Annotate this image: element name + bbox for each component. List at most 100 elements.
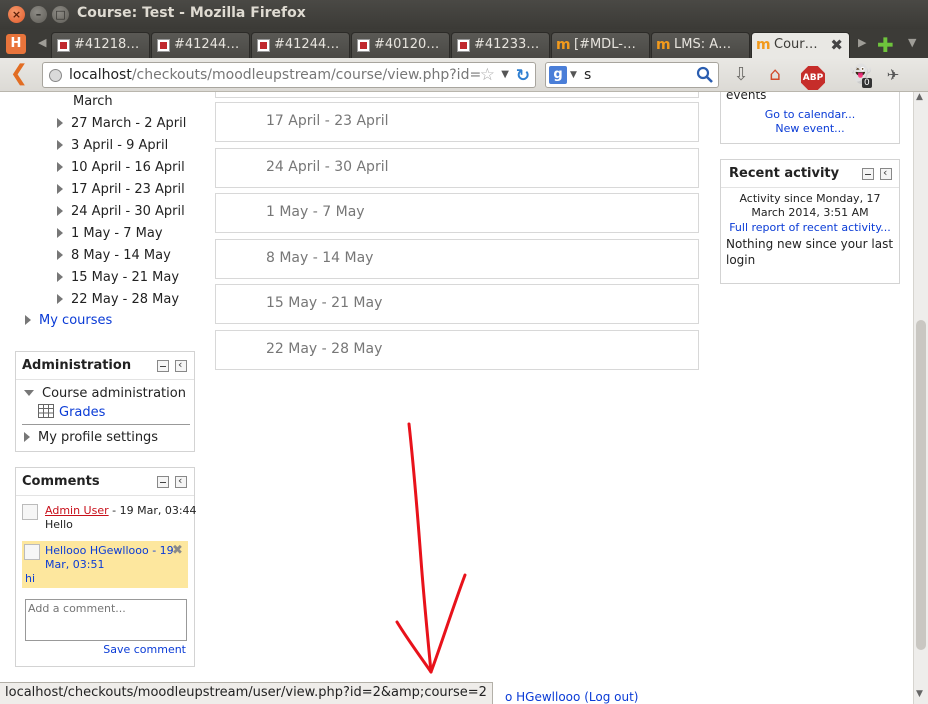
adblock-plus-icon[interactable]: ABP: [800, 62, 826, 90]
block-minimize-icon[interactable]: [862, 168, 874, 180]
comments-block: Comments Admin User - 19 Mar, 03:44 Hell…: [15, 467, 197, 667]
expand-arrow-icon[interactable]: [24, 432, 30, 442]
tab-label: [#MDL-…: [574, 37, 636, 52]
tab-close-icon[interactable]: ✖: [830, 36, 843, 54]
app-tab-icon[interactable]: H: [6, 34, 26, 54]
bookmark-star-icon[interactable]: ☆: [480, 65, 495, 85]
avatar[interactable]: [24, 544, 40, 560]
search-engine-dropdown-icon[interactable]: ▼: [570, 70, 577, 80]
tab-course-active[interactable]: m Cour… ✖: [751, 32, 850, 59]
firebug-icon[interactable]: ✈: [880, 62, 906, 88]
search-icon[interactable]: [696, 66, 714, 84]
url-bar[interactable]: localhost/checkouts/moodleupstream/cours…: [42, 62, 536, 88]
nav-grades[interactable]: Grades: [38, 404, 105, 420]
reload-icon[interactable]: ↻: [516, 66, 530, 86]
grades-link[interactable]: Grades: [59, 405, 105, 420]
tab-scroll-left-icon[interactable]: ◀: [38, 36, 46, 49]
tracker-icon: [257, 39, 270, 52]
full-report-link[interactable]: Full report of recent activity...: [721, 221, 899, 234]
tracker-icon: [57, 39, 70, 52]
block-dock-icon[interactable]: [175, 358, 187, 372]
expand-arrow-icon[interactable]: [57, 294, 63, 304]
block-dock-icon[interactable]: [880, 166, 892, 180]
tab-scroll-right-icon[interactable]: ▶: [858, 36, 866, 49]
logout-link[interactable]: (Log out): [584, 690, 638, 704]
nav-week-item[interactable]: 3 April - 9 April: [57, 138, 168, 153]
vertical-scrollbar[interactable]: ▲ ▼: [913, 92, 928, 704]
course-section: 1 May - 7 May: [215, 193, 699, 234]
block-dock-icon[interactable]: [175, 474, 187, 488]
scrollbar-thumb[interactable]: [916, 320, 926, 650]
section-title: 22 May - 28 May: [266, 341, 383, 357]
comment-textarea[interactable]: [25, 599, 187, 641]
nav-course-administration[interactable]: Course administration: [24, 386, 186, 401]
url-text[interactable]: localhost/checkouts/moodleupstream/cours…: [69, 67, 481, 83]
nav-week-item[interactable]: 24 April - 30 April: [57, 204, 185, 219]
block-header: Administration: [16, 352, 194, 380]
nav-week-item[interactable]: 10 April - 16 April: [57, 160, 185, 175]
search-input[interactable]: s: [584, 67, 591, 83]
my-courses-link[interactable]: My courses: [39, 313, 112, 328]
tab-41244-a[interactable]: #41244…: [151, 32, 250, 58]
block-minimize-icon[interactable]: [157, 360, 169, 372]
expand-arrow-icon[interactable]: [57, 162, 63, 172]
tab-40120[interactable]: #40120…: [351, 32, 450, 58]
new-tab-icon[interactable]: ✚: [877, 33, 894, 57]
comment-author-link[interactable]: Admin User: [45, 504, 109, 517]
home-icon[interactable]: ⌂: [762, 62, 788, 88]
expand-arrow-icon[interactable]: [57, 140, 63, 150]
nav-week-item[interactable]: 15 May - 21 May: [57, 270, 179, 285]
download-arrow-icon[interactable]: ⇩: [728, 62, 754, 88]
nav-week-item[interactable]: 8 May - 14 May: [57, 248, 171, 263]
google-search-engine-icon[interactable]: g: [549, 66, 567, 84]
window-maximize-button[interactable]: □: [52, 6, 69, 23]
tab-41218[interactable]: #41218…: [51, 32, 150, 58]
nav-week-item[interactable]: 27 March - 2 April: [57, 116, 186, 131]
nav-profile-settings[interactable]: My profile settings: [24, 430, 158, 445]
expand-arrow-icon[interactable]: [57, 272, 63, 282]
profile-settings-label: My profile settings: [38, 430, 159, 445]
url-history-dropdown-icon[interactable]: ▼: [501, 69, 509, 80]
tracker-icon: [357, 39, 370, 52]
expand-arrow-icon[interactable]: [57, 206, 63, 216]
activity-since-text: Activity since Monday, 17 March 2014, 3:…: [739, 192, 881, 219]
tab-label: #41244…: [174, 37, 240, 52]
comment-author-link[interactable]: Hellooo HGewllooo: [45, 544, 149, 557]
window-close-button[interactable]: ×: [8, 6, 25, 23]
scroll-down-icon[interactable]: ▼: [916, 689, 923, 699]
nav-week-partial[interactable]: March: [73, 94, 113, 109]
delete-comment-icon[interactable]: ✖: [172, 543, 183, 558]
comment-text: Hello: [45, 518, 73, 531]
expand-arrow-icon[interactable]: [25, 315, 31, 325]
nav-week-item[interactable]: 22 May - 28 May: [57, 292, 179, 307]
block-minimize-icon[interactable]: [157, 476, 169, 488]
tab-mdl[interactable]: m [#MDL-…: [551, 32, 650, 58]
nav-week-item[interactable]: 1 May - 7 May: [57, 226, 163, 241]
back-arrow-icon[interactable]: ❮: [6, 62, 32, 88]
tab-41233[interactable]: #41233…: [451, 32, 550, 58]
nav-week-item[interactable]: 17 April - 23 April: [57, 182, 185, 197]
expand-arrow-icon[interactable]: [57, 118, 63, 128]
tab-list-icon[interactable]: ▼: [908, 36, 916, 49]
save-comment-link[interactable]: Save comment: [103, 643, 186, 656]
search-bar[interactable]: g ▼ s: [545, 62, 719, 88]
recent-activity-block: Recent activity Activity since Monday, 1…: [720, 159, 900, 284]
expand-arrow-icon[interactable]: [57, 184, 63, 194]
go-to-calendar-link[interactable]: Go to calendar...: [721, 108, 899, 121]
tab-41244-b[interactable]: #41244…: [251, 32, 350, 58]
window-minimize-button[interactable]: –: [30, 6, 47, 23]
site-identity-icon[interactable]: [49, 69, 62, 82]
user-profile-link[interactable]: o HGewllooo: [505, 690, 580, 704]
block-title: Administration: [22, 358, 132, 373]
nav-my-courses[interactable]: My courses: [25, 313, 112, 328]
tab-lms[interactable]: m LMS: A…: [651, 32, 750, 58]
block-header: Comments: [16, 468, 194, 496]
expand-arrow-icon[interactable]: [57, 250, 63, 260]
scroll-up-icon[interactable]: ▲: [916, 92, 923, 102]
tab-label: #41233…: [474, 37, 540, 52]
expand-arrow-icon[interactable]: [57, 228, 63, 238]
new-event-link[interactable]: New event...: [721, 122, 899, 135]
avatar[interactable]: [22, 504, 38, 520]
collapse-arrow-icon[interactable]: [24, 390, 34, 396]
nav-week-label: 27 March - 2 April: [71, 116, 187, 131]
